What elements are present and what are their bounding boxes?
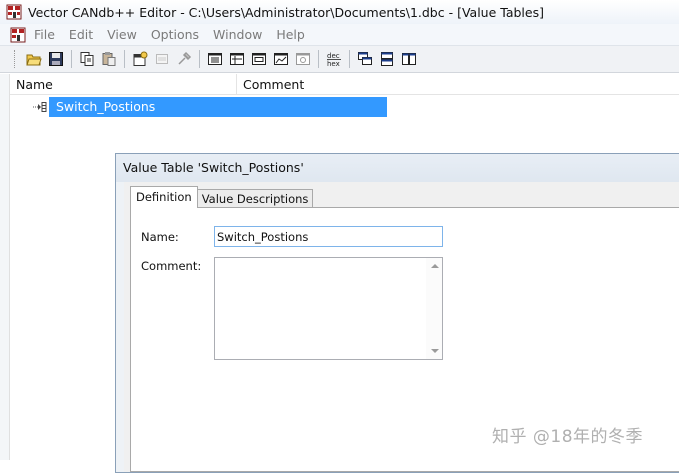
comment-field[interactable]	[214, 257, 443, 360]
window-title: Vector CANdb++ Editor - C:\Users\Adminis…	[28, 4, 544, 20]
view-message-icon[interactable]	[248, 48, 270, 70]
properties-icon[interactable]	[129, 48, 151, 70]
menu-window[interactable]: Window	[213, 27, 262, 42]
name-label: Name:	[141, 230, 179, 244]
view-details-icon[interactable]	[226, 48, 248, 70]
disabled-icon[interactable]	[151, 48, 173, 70]
watermark: 知乎 @18年的冬季	[492, 427, 644, 447]
column-header-name[interactable]: Name	[10, 74, 237, 95]
tab-strip: Definition Value Descriptions	[130, 186, 314, 208]
comment-scrollbar[interactable]	[426, 258, 442, 359]
tab-definition[interactable]: Definition	[130, 186, 198, 208]
mdi-window-border	[0, 74, 10, 460]
column-header-comment[interactable]: Comment	[237, 74, 679, 95]
dec-label: dec	[327, 52, 340, 60]
dec-hex-icon[interactable]: dec hex	[323, 48, 345, 70]
toolbar-separator	[349, 50, 350, 68]
tools-icon[interactable]	[173, 48, 195, 70]
mdi-child-icon[interactable]	[10, 27, 26, 43]
view-signal-icon[interactable]	[270, 48, 292, 70]
paste-icon[interactable]	[98, 48, 120, 70]
toolbar-separator	[318, 50, 319, 68]
toolbar-separator	[124, 50, 125, 68]
menu-bar: File Edit View Options Window Help	[0, 24, 679, 46]
title-bar: Vector CANdb++ Editor - C:\Users\Adminis…	[0, 0, 679, 24]
toolbar-separator	[71, 50, 72, 68]
save-icon[interactable]	[45, 48, 67, 70]
scroll-up-icon[interactable]	[431, 264, 439, 268]
view-network-icon[interactable]	[292, 48, 314, 70]
menu-options[interactable]: Options	[151, 27, 199, 42]
menu-help[interactable]: Help	[276, 27, 305, 42]
toolbar: dec hex	[0, 46, 679, 73]
menu-edit[interactable]: Edit	[69, 27, 93, 42]
toolbar-separator	[199, 50, 200, 68]
app-icon	[6, 4, 22, 20]
name-field[interactable]	[214, 226, 443, 247]
scroll-down-icon[interactable]	[431, 349, 439, 353]
tab-value-descriptions[interactable]: Value Descriptions	[196, 189, 314, 208]
toolbar-grip[interactable]	[14, 50, 17, 68]
comment-label: Comment:	[141, 259, 202, 273]
menu-view[interactable]: View	[107, 27, 137, 42]
list-item[interactable]: Switch_Postions	[32, 97, 387, 117]
menu-file[interactable]: File	[34, 27, 55, 42]
dialog-title[interactable]: Value Table 'Switch_Postions'	[116, 154, 679, 182]
view-list-icon[interactable]	[204, 48, 226, 70]
tile-horizontal-icon[interactable]	[376, 48, 398, 70]
open-folder-icon[interactable]	[23, 48, 45, 70]
list-item-name[interactable]: Switch_Postions	[49, 97, 387, 117]
tile-vertical-icon[interactable]	[398, 48, 420, 70]
cascade-icon[interactable]	[354, 48, 376, 70]
value-table-icon	[32, 101, 48, 113]
list-header: Name Comment	[10, 74, 679, 95]
hex-label: hex	[327, 60, 340, 68]
copy-icon[interactable]	[76, 48, 98, 70]
